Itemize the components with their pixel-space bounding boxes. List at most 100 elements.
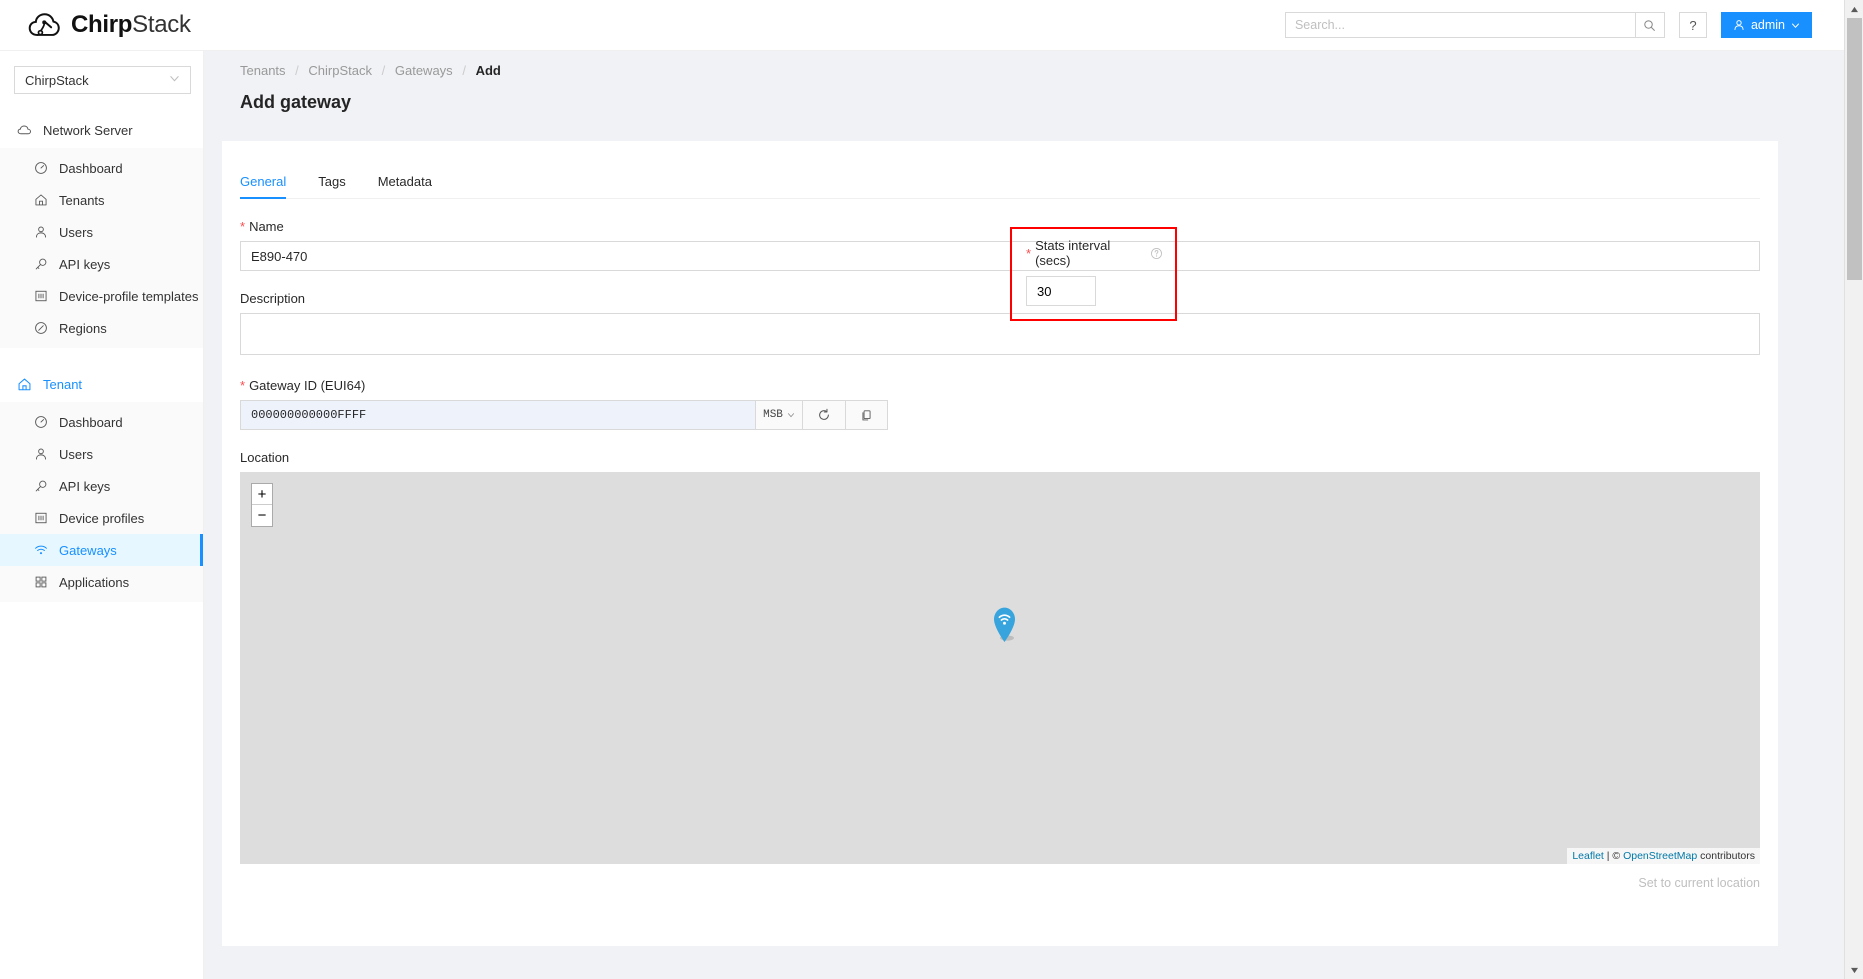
breadcrumb-separator: / bbox=[295, 63, 299, 78]
question-circle-icon[interactable] bbox=[1150, 247, 1163, 260]
sidebar-item-label: Gateways bbox=[59, 543, 117, 558]
description-label: Description bbox=[240, 291, 1760, 306]
chevron-down-icon bbox=[1791, 21, 1800, 30]
scrollbar-down-arrow[interactable] bbox=[1845, 961, 1863, 979]
name-label-text: Name bbox=[249, 219, 284, 234]
location-label-text: Location bbox=[240, 450, 289, 465]
sidebar-item-gateways[interactable]: Gateways bbox=[0, 534, 203, 566]
key-icon bbox=[33, 479, 48, 494]
scrollbar-thumb[interactable] bbox=[1847, 18, 1862, 280]
gateway-id-copy-button[interactable] bbox=[845, 400, 888, 430]
form-tabs: General Tags Metadata bbox=[240, 166, 1760, 199]
user-icon bbox=[33, 225, 48, 240]
sidebar-group-label: Network Server bbox=[43, 123, 133, 138]
gateway-id-row: * Gateway ID (EUI64) MSB bbox=[240, 358, 1760, 430]
page-title: Add gateway bbox=[240, 92, 1844, 113]
cloud-icon bbox=[17, 123, 32, 138]
sidebar-item-label: Dashboard bbox=[59, 161, 123, 176]
sidebar-item-dashboard[interactable]: Dashboard bbox=[0, 152, 203, 184]
search-input[interactable] bbox=[1285, 12, 1635, 38]
search-button[interactable] bbox=[1635, 12, 1665, 38]
sidebar-item-label: Applications bbox=[59, 575, 129, 590]
compass-icon bbox=[33, 321, 48, 336]
gateway-wifi-marker-icon[interactable] bbox=[992, 605, 1017, 643]
main-content: Tenants / ChirpStack / Gateways / Add Ad… bbox=[204, 51, 1844, 979]
sidebar-item-api-keys[interactable]: API keys bbox=[0, 248, 203, 280]
dashboard-gauge-icon bbox=[33, 415, 48, 430]
sidebar-group-network-server[interactable]: Network Server bbox=[0, 112, 203, 148]
search-icon bbox=[1643, 19, 1656, 32]
gateway-id-byte-order-select[interactable]: MSB bbox=[755, 400, 802, 430]
location-map[interactable]: + − Leaflet | © OpenStreetMap contributo… bbox=[240, 472, 1760, 864]
tab-tags[interactable]: Tags bbox=[318, 174, 345, 198]
chevron-down-icon bbox=[787, 411, 795, 419]
breadcrumb-item-chirpstack[interactable]: ChirpStack bbox=[308, 63, 372, 78]
breadcrumb-item-gateways[interactable]: Gateways bbox=[395, 63, 453, 78]
gateway-id-refresh-button[interactable] bbox=[802, 400, 845, 430]
add-gateway-card: General Tags Metadata * Name Description bbox=[222, 141, 1778, 946]
sidebar-item-label: Device-profile templates bbox=[59, 289, 198, 304]
sidebar-item-regions[interactable]: Regions bbox=[0, 312, 203, 344]
sidebar-item-label: API keys bbox=[59, 257, 110, 272]
add-gateway-form: * Name Description * Gateway ID (EUI64) bbox=[240, 219, 1760, 890]
profile-template-icon bbox=[33, 511, 48, 526]
breadcrumb-item-tenants[interactable]: Tenants bbox=[240, 63, 286, 78]
caret-down-icon bbox=[1850, 967, 1859, 974]
description-textarea[interactable] bbox=[240, 313, 1760, 355]
help-icon: ? bbox=[1689, 18, 1696, 33]
page-scrollbar[interactable] bbox=[1844, 0, 1863, 979]
sidebar-item-label: Dashboard bbox=[59, 415, 123, 430]
header-actions: ? admin bbox=[1285, 12, 1812, 38]
copy-icon bbox=[860, 409, 873, 422]
leaflet-link[interactable]: Leaflet bbox=[1572, 850, 1604, 862]
chevron-down-icon bbox=[169, 73, 180, 87]
sidebar-item-tenant-dashboard[interactable]: Dashboard bbox=[0, 406, 203, 438]
sidebar-group-tenant[interactable]: Tenant bbox=[0, 366, 203, 402]
set-to-current-location-button[interactable]: Set to current location bbox=[240, 876, 1760, 890]
name-input[interactable] bbox=[240, 241, 1760, 271]
key-icon bbox=[33, 257, 48, 272]
chirpstack-app-window: ChirpStack ? admin bbox=[0, 0, 1863, 979]
sidebar-item-device-profiles[interactable]: Device profiles bbox=[0, 502, 203, 534]
logo-text-stack: Stack bbox=[132, 11, 191, 38]
sidebar-item-tenant-api-keys[interactable]: API keys bbox=[0, 470, 203, 502]
help-button[interactable]: ? bbox=[1679, 12, 1707, 38]
sidebar-item-tenant-users[interactable]: Users bbox=[0, 438, 203, 470]
caret-up-icon bbox=[1850, 6, 1859, 13]
sidebar-item-applications[interactable]: Applications bbox=[0, 566, 203, 598]
apps-grid-icon bbox=[33, 575, 48, 590]
gateway-id-label: * Gateway ID (EUI64) bbox=[240, 378, 888, 393]
sidebar-item-tenants[interactable]: Tenants bbox=[0, 184, 203, 216]
map-zoom-out-button[interactable]: − bbox=[252, 505, 272, 526]
map-attribution: Leaflet | © OpenStreetMap contributors bbox=[1567, 848, 1760, 864]
map-zoom-in-button[interactable]: + bbox=[252, 484, 272, 505]
required-marker: * bbox=[240, 220, 245, 233]
scrollbar-up-arrow[interactable] bbox=[1845, 0, 1863, 18]
tab-metadata[interactable]: Metadata bbox=[378, 174, 432, 198]
breadcrumb: Tenants / ChirpStack / Gateways / Add bbox=[240, 63, 1844, 78]
sidebar-group-label: Tenant bbox=[43, 377, 82, 392]
tab-label: Tags bbox=[318, 174, 345, 189]
sidebar-item-device-profile-templates[interactable]: Device-profile templates bbox=[0, 280, 203, 312]
tenant-selector-value: ChirpStack bbox=[25, 73, 89, 88]
stats-interval-label: * Stats interval (secs) bbox=[1026, 238, 1163, 268]
app-logo[interactable]: ChirpStack bbox=[28, 12, 191, 38]
user-icon bbox=[33, 447, 48, 462]
tab-general[interactable]: General bbox=[240, 174, 286, 198]
user-menu-label: admin bbox=[1751, 18, 1785, 32]
sidebar-item-users[interactable]: Users bbox=[0, 216, 203, 248]
gateway-id-input[interactable] bbox=[240, 400, 755, 430]
breadcrumb-separator: / bbox=[382, 63, 386, 78]
stats-interval-label-text: Stats interval (secs) bbox=[1035, 238, 1146, 268]
attribution-separator: | © bbox=[1604, 850, 1623, 862]
sidebar-item-label: Users bbox=[59, 447, 93, 462]
tenant-selector[interactable]: ChirpStack bbox=[14, 66, 191, 94]
sidebar-subnav-tenant: Dashboard Users API keys Device profiles bbox=[0, 402, 203, 602]
refresh-icon bbox=[817, 408, 831, 422]
sidebar-subnav-network-server: Dashboard Tenants Users API keys bbox=[0, 148, 203, 348]
stats-interval-highlight-box: * Stats interval (secs) bbox=[1010, 227, 1177, 321]
openstreetmap-link[interactable]: OpenStreetMap bbox=[1623, 850, 1697, 862]
user-menu-button[interactable]: admin bbox=[1721, 12, 1812, 38]
stats-interval-input[interactable] bbox=[1026, 276, 1096, 306]
home-icon bbox=[33, 193, 48, 208]
